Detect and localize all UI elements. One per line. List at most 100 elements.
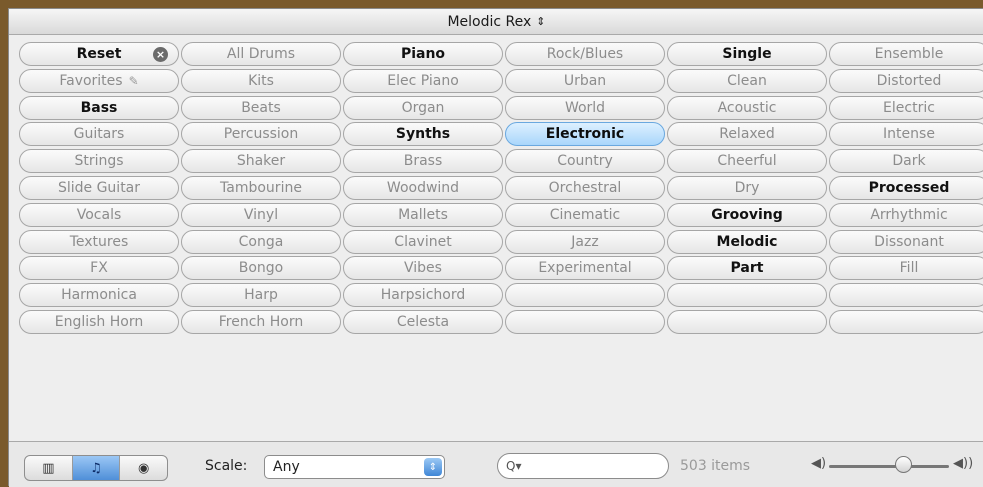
keyword-button-cinematic[interactable]: Cinematic	[505, 202, 665, 227]
keyword-button-part[interactable]: Part	[667, 256, 827, 281]
keyword-button-distorted[interactable]: Distorted	[829, 68, 983, 93]
keyword-button-strings[interactable]: Strings	[19, 149, 179, 174]
keyword-button-bongo[interactable]: Bongo	[181, 256, 341, 281]
view-mode-music[interactable]: ♫	[72, 456, 121, 480]
chevron-updown-icon: ⇕	[536, 15, 546, 28]
keyword-label: Relaxed	[719, 126, 775, 143]
keyword-button-bass[interactable]: Bass	[19, 95, 179, 120]
keyword-button-shaker[interactable]: Shaker	[181, 149, 341, 174]
volume-slider-knob[interactable]	[895, 456, 913, 473]
keyword-button-slide-guitar[interactable]: Slide Guitar	[19, 175, 179, 200]
keyword-label: Kits	[248, 72, 274, 89]
keyword-button-world[interactable]: World	[505, 95, 665, 120]
keyword-button-dissonant[interactable]: Dissonant	[829, 229, 983, 254]
scale-label: Scale:	[205, 458, 248, 474]
keyword-button-electronic[interactable]: Electronic	[505, 122, 665, 147]
keyword-label: Melodic	[716, 233, 778, 250]
keyword-button-harpsichord[interactable]: Harpsichord	[343, 283, 503, 308]
keyword-button-electric[interactable]: Electric	[829, 95, 983, 120]
keyword-label: Reset	[76, 46, 122, 62]
keyword-button-harp[interactable]: Harp	[181, 283, 341, 308]
keyword-label: Distorted	[876, 72, 942, 89]
keyword-button-elec-piano[interactable]: Elec Piano	[343, 68, 503, 93]
keyword-button-dry[interactable]: Dry	[667, 175, 827, 200]
keyword-label: Organ	[401, 99, 445, 116]
view-mode-column[interactable]: ▥	[25, 456, 73, 480]
keyword-label: Mallets	[398, 206, 448, 223]
keyword-button-experimental[interactable]: Experimental	[505, 256, 665, 281]
keyword-button-textures[interactable]: Textures	[19, 229, 179, 254]
keyword-button-reset[interactable]: Reset ×	[19, 42, 179, 66]
keyword-button-grooving[interactable]: Grooving	[667, 202, 827, 227]
keyword-label: Brass	[403, 153, 443, 170]
keyword-button-brass[interactable]: Brass	[343, 149, 503, 174]
keyword-button-clean[interactable]: Clean	[667, 68, 827, 93]
keyword-button-organ[interactable]: Organ	[343, 95, 503, 120]
keyword-button-tambourine[interactable]: Tambourine	[181, 175, 341, 200]
keyword-button-favorites[interactable]: Favorites ✎	[19, 68, 179, 93]
keyword-button-celesta[interactable]: Celesta	[343, 309, 503, 334]
keyword-button-english-horn[interactable]: English Horn	[19, 309, 179, 334]
keyword-button-clavinet[interactable]: Clavinet	[343, 229, 503, 254]
pin-icon: ✎	[128, 73, 139, 88]
keyword-button-fx[interactable]: FX	[19, 256, 179, 281]
keyword-label: Intense	[883, 126, 935, 143]
keyword-label: Orchestral	[548, 179, 622, 196]
keyword-button-cheerful[interactable]: Cheerful	[667, 149, 827, 174]
view-mode-podcast[interactable]: ◉	[120, 456, 167, 480]
keyword-button-empty[interactable]	[829, 309, 983, 334]
keyword-label: Arrhythmic	[870, 206, 948, 223]
keyword-label: Harmonica	[61, 287, 137, 304]
keyword-button-synths[interactable]: Synths	[343, 122, 503, 147]
volume-slider-track[interactable]	[829, 465, 949, 468]
keyword-button-jazz[interactable]: Jazz	[505, 229, 665, 254]
keyword-label: Dissonant	[874, 233, 944, 250]
keyword-button-kits[interactable]: Kits	[181, 68, 341, 93]
keyword-button-acoustic[interactable]: Acoustic	[667, 95, 827, 120]
keyword-button-french-horn[interactable]: French Horn	[181, 309, 341, 334]
keyword-button-urban[interactable]: Urban	[505, 68, 665, 93]
keyword-button-empty[interactable]	[505, 283, 665, 308]
keyword-button-empty[interactable]	[505, 309, 665, 334]
keyword-button-arrhythmic[interactable]: Arrhythmic	[829, 202, 983, 227]
keyword-button-country[interactable]: Country	[505, 149, 665, 174]
keyword-button-vocals[interactable]: Vocals	[19, 202, 179, 227]
keyword-button-empty[interactable]	[829, 283, 983, 308]
keyword-label: Conga	[238, 233, 284, 250]
keyword-label: Cheerful	[717, 153, 777, 170]
keyword-button-vibes[interactable]: Vibes	[343, 256, 503, 281]
keyword-button-vinyl[interactable]: Vinyl	[181, 202, 341, 227]
keyword-button-dark[interactable]: Dark	[829, 149, 983, 174]
keyword-label: Clean	[727, 72, 767, 89]
keyword-button-woodwind[interactable]: Woodwind	[343, 175, 503, 200]
keyword-label: Electric	[883, 99, 935, 116]
keyword-button-harmonica[interactable]: Harmonica	[19, 283, 179, 308]
browser-header[interactable]: Melodic Rex ⇕	[9, 9, 983, 35]
keyword-button-intense[interactable]: Intense	[829, 122, 983, 147]
keyword-button-conga[interactable]: Conga	[181, 229, 341, 254]
keyword-button-empty[interactable]	[667, 283, 827, 308]
keyword-button-rock-blues[interactable]: Rock/Blues	[505, 42, 665, 66]
keyword-button-piano[interactable]: Piano	[343, 42, 503, 66]
keyword-label: Guitars	[73, 126, 125, 143]
keyword-button-melodic[interactable]: Melodic	[667, 229, 827, 254]
keyword-label: World	[564, 99, 606, 116]
keyword-label: Elec Piano	[387, 72, 459, 89]
keyword-button-fill[interactable]: Fill	[829, 256, 983, 281]
keyword-button-mallets[interactable]: Mallets	[343, 202, 503, 227]
reset-x-icon[interactable]: ×	[153, 47, 168, 62]
keyword-button-processed[interactable]: Processed	[829, 175, 983, 200]
keyword-button-empty[interactable]	[667, 309, 827, 334]
keyword-button-relaxed[interactable]: Relaxed	[667, 122, 827, 147]
keyword-button-percussion[interactable]: Percussion	[181, 122, 341, 147]
keyword-button-orchestral[interactable]: Orchestral	[505, 175, 665, 200]
keyword-button-ensemble[interactable]: Ensemble	[829, 42, 983, 66]
keyword-button-beats[interactable]: Beats	[181, 95, 341, 120]
search-field[interactable]: Q▾	[497, 453, 669, 479]
podcast-icon: ◉	[138, 460, 150, 476]
keyword-button-single[interactable]: Single	[667, 42, 827, 66]
keyword-label: FX	[90, 260, 108, 277]
keyword-button-all-drums[interactable]: All Drums	[181, 42, 341, 66]
keyword-button-guitars[interactable]: Guitars	[19, 122, 179, 147]
scale-select[interactable]: Any ⇕	[264, 455, 445, 479]
